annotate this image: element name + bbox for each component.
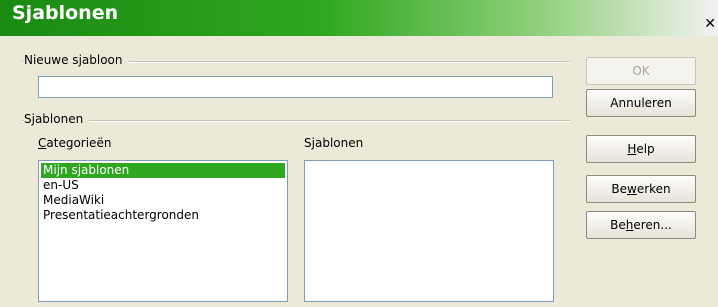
list-item-category[interactable]: Mijn sjablonen (41, 163, 285, 178)
categories-list[interactable]: Mijn sjablonen en-US MediaWiki Presentat… (38, 160, 288, 302)
edit-button[interactable]: Bewerken (586, 175, 696, 203)
cancel-button[interactable]: Annuleren (586, 89, 696, 117)
categories-label: Categorieën (38, 136, 112, 150)
manage-button[interactable]: Beheren... (586, 211, 696, 239)
help-button[interactable]: Help (586, 135, 696, 163)
templates-group-line (22, 120, 570, 122)
list-item-category[interactable]: en-US (41, 178, 285, 193)
window-title: Sjablonen (12, 2, 119, 24)
list-item-category[interactable]: Presentatieachtergronden (41, 208, 285, 223)
list-item-category[interactable]: MediaWiki (41, 193, 285, 208)
templates-list[interactable] (304, 160, 554, 302)
title-bar[interactable]: Sjablonen ✕ (0, 0, 718, 36)
templates-list-label: Sjablonen (304, 136, 364, 150)
close-icon[interactable]: ✕ (704, 16, 716, 32)
new-template-name-input[interactable] (38, 76, 553, 98)
ok-button[interactable]: OK (586, 57, 696, 85)
templates-group-label: Sjablonen (24, 112, 90, 126)
new-template-group-label: Nieuwe sjabloon (24, 53, 129, 67)
